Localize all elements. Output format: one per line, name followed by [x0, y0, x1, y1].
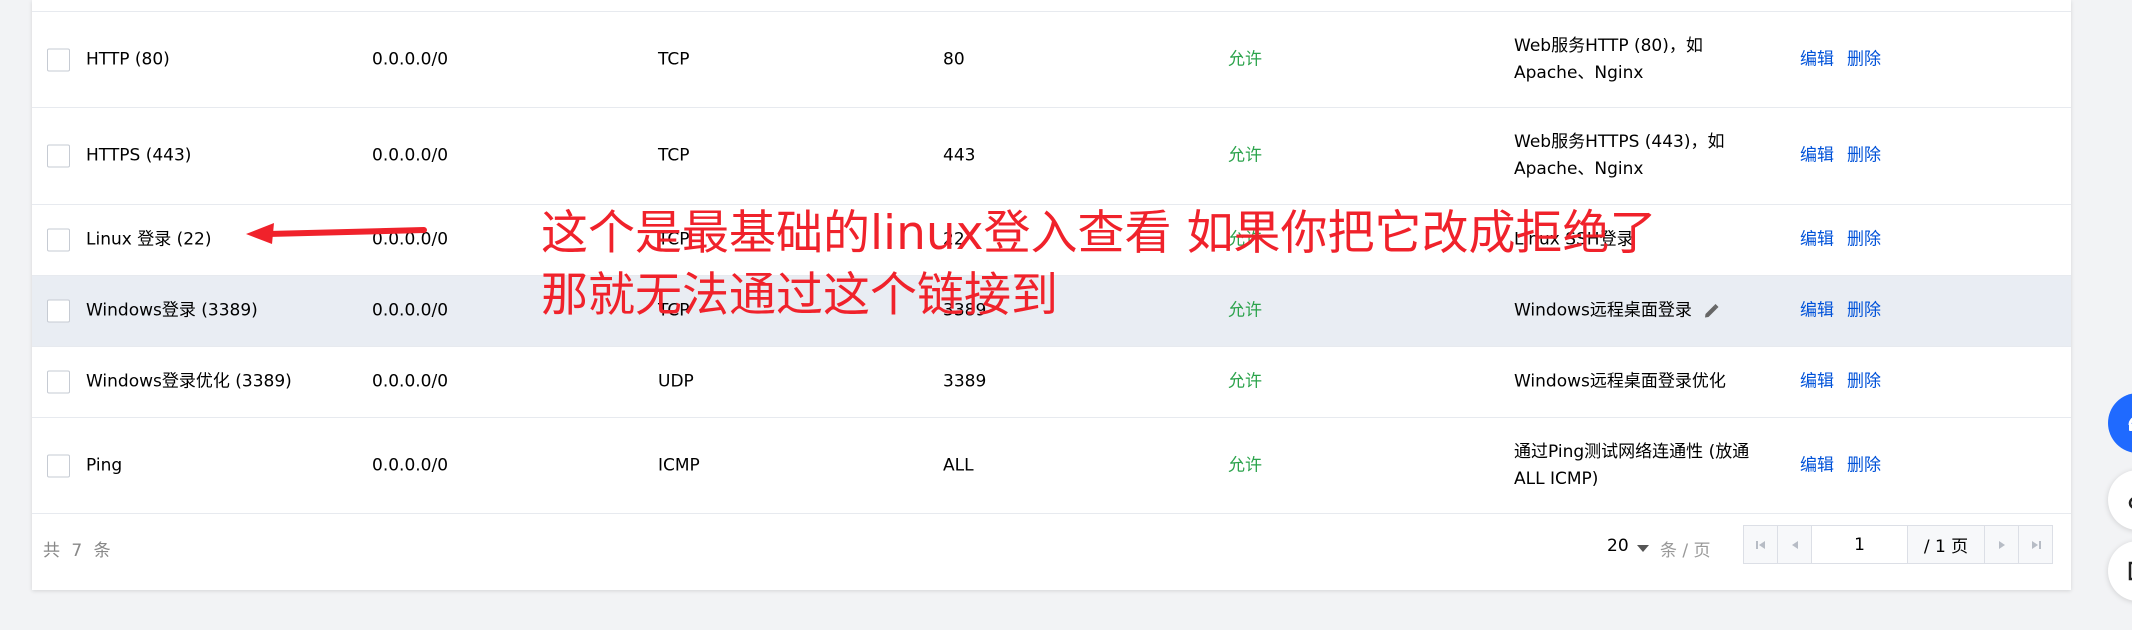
rule-name: Windows登录 (3389) [86, 300, 258, 321]
rule-policy: 允许 [1228, 455, 1262, 475]
edit-link[interactable]: 编辑 [1800, 369, 1834, 396]
rule-note-line1: 通过Ping测试网络连通性 (放通 [1514, 441, 1750, 462]
feedback-float-button[interactable] [2108, 541, 2132, 601]
edit-link[interactable]: 编辑 [1800, 143, 1834, 170]
row-actions: 编辑 删除 [1800, 46, 1881, 73]
rule-name: Windows登录优化 (3389) [86, 371, 292, 392]
link-float-button[interactable] [2108, 470, 2132, 530]
rule-protocol: TCP [658, 49, 690, 69]
rule-note-line1: Web服务HTTPS (443)，如 [1514, 132, 1725, 152]
row-checkbox[interactable] [47, 48, 70, 71]
delete-link[interactable]: 删除 [1847, 227, 1881, 254]
page-number-input[interactable]: 1 [1812, 526, 1908, 563]
row-checkbox[interactable] [47, 228, 70, 252]
rule-source: 0.0.0.0/0 [372, 300, 449, 321]
rule-name: Linux 登录 (22) [86, 229, 212, 250]
headset-icon [2128, 417, 2132, 431]
row-actions: 编辑 删除 [1800, 369, 1881, 396]
delete-link[interactable]: 删除 [1847, 143, 1881, 170]
rule-note-line2: Apache、Nginx [1514, 159, 1644, 179]
rule-source: 0.0.0.0/0 [372, 455, 449, 475]
edit-link[interactable]: 编辑 [1800, 452, 1834, 479]
edit-link[interactable]: 编辑 [1800, 227, 1834, 254]
row-actions: 编辑 删除 [1800, 298, 1881, 325]
page-size-unit: 条 / 页 [1660, 541, 1711, 561]
table-row: Ping 0.0.0.0/0 ICMP ALL 允许 通过Ping测试网络连通性… [32, 418, 2071, 514]
rule-port: ALL [943, 455, 974, 475]
rule-protocol: UDP [658, 371, 694, 392]
row-checkbox[interactable] [47, 299, 70, 323]
caret-down-icon [1636, 544, 1649, 552]
rule-policy: 允许 [1228, 371, 1262, 392]
link-icon [2128, 497, 2132, 509]
rule-port: 443 [943, 145, 976, 166]
delete-link[interactable]: 删除 [1847, 46, 1881, 73]
delete-link[interactable]: 删除 [1847, 298, 1881, 325]
delete-link[interactable]: 删除 [1847, 369, 1881, 396]
rule-note: Windows远程桌面登录优化 [1514, 369, 1784, 396]
rule-port: 80 [943, 49, 965, 69]
rule-note-line2: Apache、Nginx [1514, 62, 1644, 83]
rule-name: Ping [86, 455, 123, 475]
row-actions: 编辑 删除 [1800, 227, 1881, 254]
document-icon [2128, 561, 2132, 581]
rule-note: Web服务HTTPS (443)，如 Apache、Nginx [1514, 129, 1784, 183]
edit-link[interactable]: 编辑 [1800, 298, 1834, 325]
rule-name: HTTPS (443) [86, 145, 192, 166]
prev-page-button[interactable] [1778, 526, 1812, 563]
rule-policy: 允许 [1228, 145, 1262, 166]
row-checkbox[interactable] [47, 144, 70, 168]
rule-name: HTTP (80) [86, 49, 170, 69]
annotation-text: 这个是最基础的linux登入查看 如果你把它改成拒绝了 那就无法通过这个链接到 [541, 203, 1656, 327]
row-checkbox[interactable] [47, 370, 70, 394]
rule-port: 3389 [943, 371, 987, 392]
rule-policy: 允许 [1228, 49, 1262, 69]
prev-page-icon [1791, 540, 1798, 549]
last-page-button[interactable] [2018, 526, 2052, 563]
table-footer: 共 7 条 20 条 / 页 1 / 1 页 [32, 514, 2071, 578]
edit-note-icon[interactable] [1702, 302, 1720, 320]
rule-note-line1: Web服务HTTP (80)，如 [1514, 35, 1703, 56]
first-page-icon [1755, 540, 1765, 549]
row-actions: 编辑 删除 [1800, 452, 1881, 479]
next-page-button[interactable] [1984, 526, 2018, 563]
rule-note: Web服务HTTP (80)，如 Apache、Nginx [1514, 33, 1784, 87]
annotation-line2: 那就无法通过这个链接到 [541, 268, 1058, 323]
annotation-arrow-icon [246, 223, 427, 244]
table-row: HTTP (80) 0.0.0.0/0 TCP 80 允许 Web服务HTTP … [32, 12, 2071, 108]
rule-protocol: ICMP [658, 455, 700, 475]
table-row: Windows登录优化 (3389) 0.0.0.0/0 UDP 3389 允许… [32, 347, 2071, 418]
page-size-select[interactable]: 20 [1607, 536, 1649, 556]
row-checkbox[interactable] [47, 454, 70, 477]
annotation-line1: 这个是最基础的linux登入查看 如果你把它改成拒绝了 [541, 206, 1657, 261]
last-page-icon [2031, 540, 2041, 549]
rule-source: 0.0.0.0/0 [372, 49, 449, 69]
rule-source: 0.0.0.0/0 [372, 371, 449, 392]
total-pages: / 1 页 [1908, 526, 1984, 563]
pagination: 1 / 1 页 [1743, 525, 2053, 564]
next-page-icon [1998, 540, 2005, 549]
row-actions: 编辑 删除 [1800, 143, 1881, 170]
edit-link[interactable]: 编辑 [1800, 46, 1834, 73]
rule-note-line2: ALL ICMP) [1514, 468, 1599, 489]
support-float-button[interactable] [2108, 393, 2132, 453]
delete-link[interactable]: 删除 [1847, 452, 1881, 479]
first-page-button[interactable] [1744, 526, 1778, 563]
rule-note-line1: Windows远程桌面登录优化 [1514, 371, 1726, 392]
page-size-value: 20 [1607, 536, 1629, 556]
rule-protocol: TCP [658, 145, 690, 166]
table-row: HTTPS (443) 0.0.0.0/0 TCP 443 允许 Web服务HT… [32, 108, 2071, 205]
total-count: 共 7 条 [43, 541, 114, 561]
rule-note: 通过Ping测试网络连通性 (放通 ALL ICMP) [1514, 439, 1784, 493]
rule-source: 0.0.0.0/0 [372, 145, 449, 166]
